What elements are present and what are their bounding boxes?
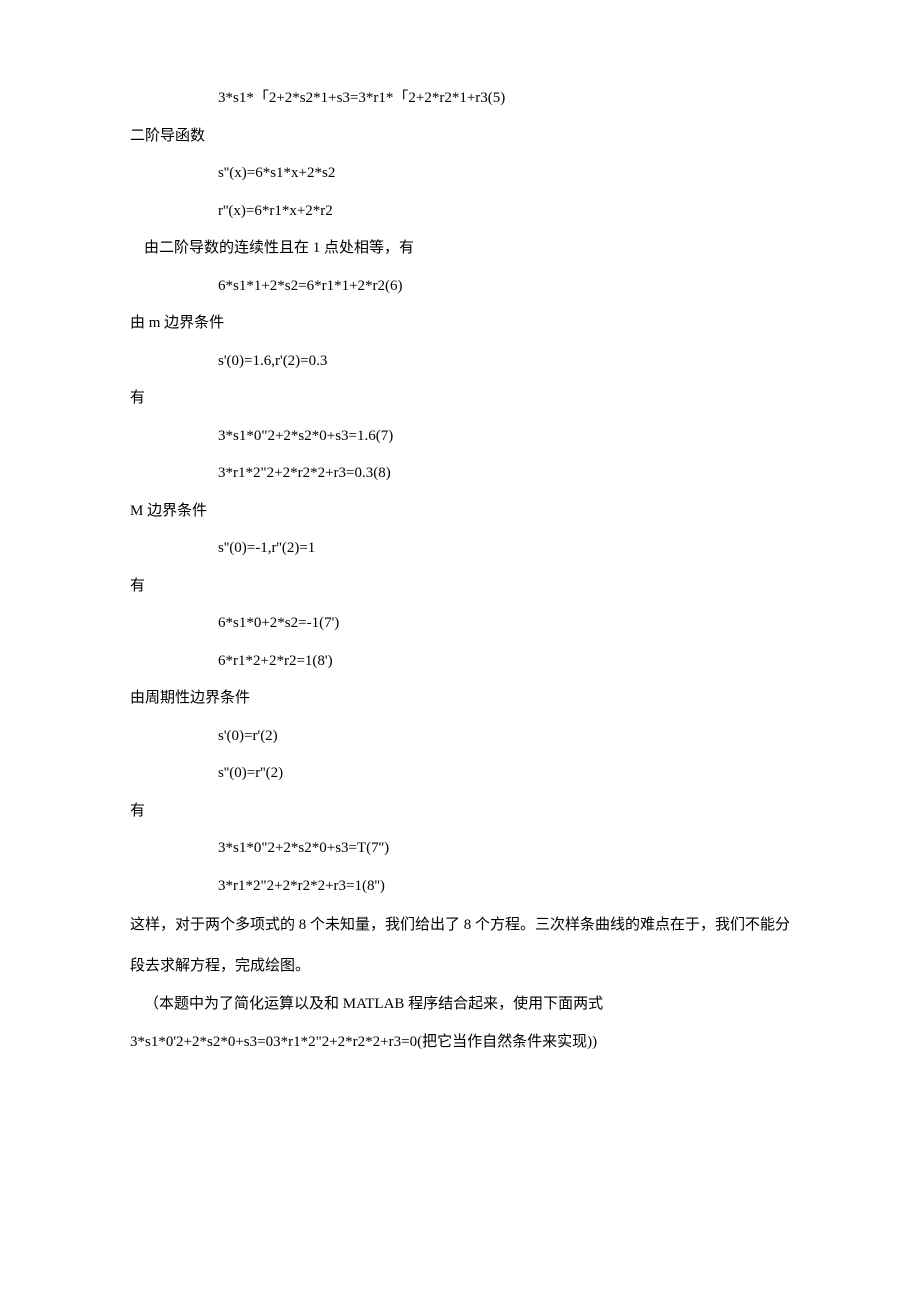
- equation-8: 3*r1*2"2+2*r2*2+r3=0.3(8): [130, 455, 790, 493]
- equation-6: 6*s1*1+2*s2=6*r1*1+2*r2(6): [130, 268, 790, 306]
- heading-cap-m-boundary: M 边界条件: [130, 493, 790, 531]
- formula-s-double-prime: s''(x)=6*s1*x+2*s2: [130, 155, 790, 193]
- equation-8-double-prime: 3*r1*2"2+2*r2*2+r3=1(8''): [130, 868, 790, 906]
- paragraph-note: （本题中为了简化运算以及和 MATLAB 程序结合起来，使用下面两式: [130, 986, 790, 1024]
- equation-5: 3*s1*「2+2*s2*1+s3=3*r1*「2+2*r2*1+r3(5): [130, 80, 790, 118]
- periodic-condition-2: s''(0)=r''(2): [130, 755, 790, 793]
- equation-7: 3*s1*0"2+2*s2*0+s3=1.6(7): [130, 418, 790, 456]
- paragraph-natural-condition: 3*s1*0'2+2*s2*0+s3=03*r1*2"2+2*r2*2+r3=0…: [130, 1024, 790, 1062]
- formula-r-double-prime: r''(x)=6*r1*x+2*r2: [130, 193, 790, 231]
- equation-8-prime: 6*r1*2+2*r2=1(8'): [130, 643, 790, 681]
- text-continuity-at-1: 由二阶导数的连续性且在 1 点处相等，有: [130, 230, 790, 268]
- text-you-1: 有: [130, 380, 790, 418]
- equation-7-prime: 6*s1*0+2*s2=-1(7'): [130, 605, 790, 643]
- m-boundary-condition: s'(0)=1.6,r'(2)=0.3: [130, 343, 790, 381]
- paragraph-summary: 这样，对于两个多项式的 8 个未知量，我们给出了 8 个方程。三次样条曲线的难点…: [130, 905, 790, 986]
- heading-second-derivative: 二阶导函数: [130, 118, 790, 156]
- heading-periodic-boundary: 由周期性边界条件: [130, 680, 790, 718]
- document-page: 3*s1*「2+2*s2*1+s3=3*r1*「2+2*r2*1+r3(5) 二…: [0, 0, 920, 1121]
- text-you-2: 有: [130, 568, 790, 606]
- text-you-3: 有: [130, 793, 790, 831]
- cap-m-boundary-condition: s''(0)=-1,r''(2)=1: [130, 530, 790, 568]
- equation-7-double-prime: 3*s1*0"2+2*s2*0+s3=T(7''): [130, 830, 790, 868]
- heading-m-boundary: 由 m 边界条件: [130, 305, 790, 343]
- periodic-condition-1: s'(0)=r'(2): [130, 718, 790, 756]
